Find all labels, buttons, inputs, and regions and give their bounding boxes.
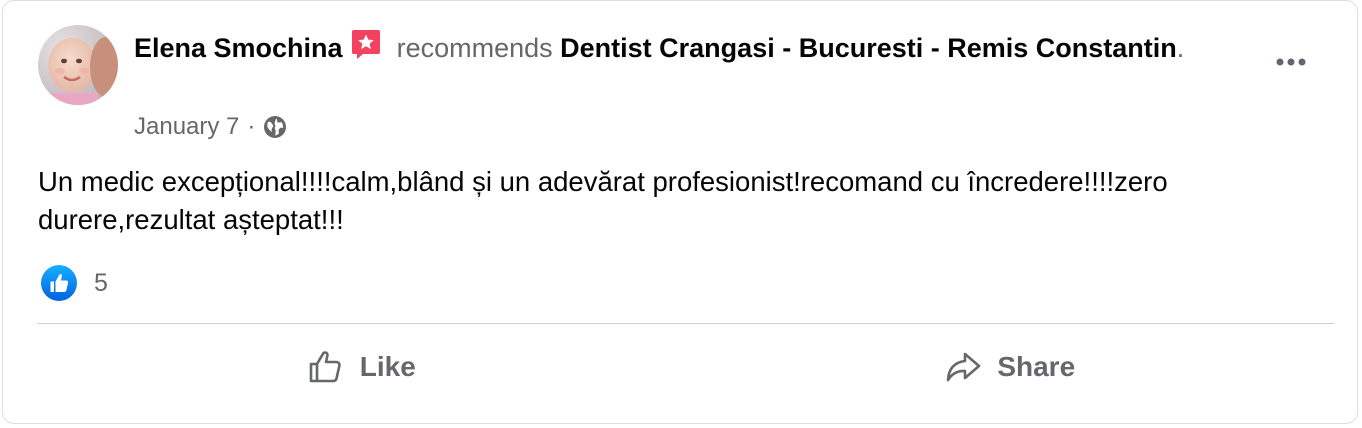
page-name-link[interactable]: Dentist Crangasi - Bucuresti - Remis Con…	[560, 33, 1177, 63]
post-meta: January 7 ·	[134, 111, 287, 143]
post-header: Elena Smochina recommends Dentist Cranga…	[134, 27, 1224, 68]
post-body: Un medic excepțional!!!!calm,blând și un…	[38, 166, 1168, 235]
like-reaction-icon	[41, 265, 77, 301]
reactions-summary[interactable]: 5	[41, 265, 108, 301]
reaction-count: 5	[94, 268, 108, 297]
header-period: .	[1176, 33, 1185, 63]
share-label: Share	[997, 351, 1076, 382]
avatar[interactable]	[38, 25, 118, 105]
review-post-card: Elena Smochina recommends Dentist Cranga…	[2, 0, 1358, 424]
meta-separator: ·	[247, 113, 256, 140]
more-dots-icon	[1276, 58, 1306, 66]
share-button[interactable]: Share	[686, 331, 1335, 403]
recommends-verb: recommends	[396, 33, 553, 63]
more-options-button[interactable]	[1273, 47, 1309, 77]
post-date[interactable]: January 7	[134, 111, 239, 143]
recommend-star-badge-icon	[349, 27, 383, 61]
like-button[interactable]: Like	[37, 331, 686, 403]
thumbs-up-icon	[309, 351, 341, 383]
globe-icon	[263, 115, 287, 139]
share-arrow-icon	[947, 352, 981, 382]
avatar-image	[38, 25, 118, 105]
author-name[interactable]: Elena Smochina	[134, 33, 343, 63]
post-actions: Like Share	[37, 331, 1334, 403]
actions-divider	[37, 323, 1334, 324]
like-label: Like	[359, 351, 416, 382]
